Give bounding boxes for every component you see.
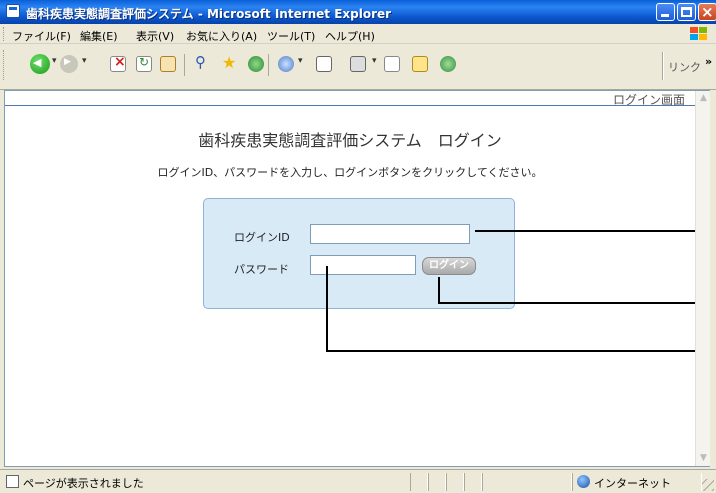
resize-grip[interactable] [702, 479, 714, 491]
links-separator [662, 52, 664, 80]
refresh-icon[interactable] [136, 55, 152, 72]
internet-zone-icon [577, 475, 590, 488]
login-button[interactable]: ログイン [422, 257, 476, 275]
toolbar: リンク » [0, 44, 716, 90]
instructions-text: ログインID、パスワードを入力し、ログインボタンをクリックしてください。 [157, 166, 543, 179]
menu-tools[interactable]: ツール(T) [267, 28, 315, 44]
print-icon[interactable] [350, 56, 366, 72]
edit-icon[interactable] [384, 56, 400, 72]
header-divider [5, 105, 695, 106]
browser-viewport: ログイン画面 歯科疾患実態調査評価システム ログイン ログインID、パスワードを… [4, 90, 710, 467]
windows-logo-icon [690, 27, 707, 40]
toolbar-grip[interactable] [3, 50, 6, 80]
login-id-label: ログインID [234, 231, 290, 244]
history-icon[interactable] [278, 56, 294, 72]
history-dropdown-icon[interactable] [298, 56, 304, 67]
messenger-icon[interactable] [440, 56, 456, 72]
search-icon[interactable] [194, 53, 210, 72]
back-dropdown-icon[interactable] [52, 56, 58, 67]
menu-favorites[interactable]: お気に入り(A) [186, 28, 257, 44]
minimize-icon [661, 14, 669, 17]
scroll-up-icon[interactable]: ▲ [697, 92, 710, 105]
login-panel: ログインID パスワード ログイン [203, 198, 515, 309]
favorites-star-icon[interactable] [222, 53, 238, 72]
home-icon[interactable] [160, 56, 176, 72]
forward-dropdown-icon[interactable] [82, 56, 88, 67]
window-title: 歯科疾患実態調査評価システム - Microsoft Internet Expl… [26, 7, 392, 21]
page-title: 歯科疾患実態調査評価システム ログイン [198, 131, 502, 150]
status-cell [482, 473, 572, 491]
links-more-chevron[interactable]: » [705, 55, 712, 68]
login-id-input[interactable] [310, 224, 470, 244]
back-icon[interactable] [30, 54, 50, 74]
status-cell [464, 473, 482, 491]
menu-edit[interactable]: 編集(E) [80, 28, 118, 44]
links-label[interactable]: リンク [668, 59, 701, 75]
status-bar: ページが表示されました インターネット [0, 469, 716, 493]
forward-icon[interactable] [60, 55, 78, 73]
close-button[interactable]: × [698, 3, 716, 21]
mail-icon[interactable] [316, 56, 332, 72]
password-label: パスワード [234, 263, 289, 276]
status-cell [428, 473, 446, 491]
title-bar: 歯科疾患実態調査評価システム - Microsoft Internet Expl… [0, 0, 716, 24]
print-dropdown-icon[interactable] [372, 56, 378, 67]
status-cell [446, 473, 464, 491]
ie-app-icon[interactable] [6, 4, 20, 18]
page-done-icon [6, 475, 19, 488]
toolbar-separator [184, 54, 185, 76]
media-icon[interactable] [248, 56, 264, 72]
menu-help[interactable]: ヘルプ(H) [325, 28, 375, 44]
toolbar-separator [268, 54, 269, 76]
security-zone-text: インターネット [594, 477, 671, 490]
maximize-icon [681, 7, 692, 17]
status-text: ページが表示されました [23, 477, 144, 490]
stop-icon[interactable] [110, 54, 126, 72]
discuss-icon[interactable] [412, 56, 428, 72]
menu-file[interactable]: ファイル(F) [12, 28, 71, 44]
menu-grip[interactable] [3, 27, 6, 41]
minimize-button[interactable] [656, 3, 675, 21]
maximize-button[interactable] [677, 3, 696, 21]
status-cell [410, 473, 428, 491]
scroll-down-icon[interactable]: ▼ [697, 452, 710, 465]
password-input[interactable] [310, 255, 416, 275]
close-icon: × [701, 3, 714, 21]
menu-bar: ファイル(F) 編集(E) 表示(V) お気に入り(A) ツール(T) ヘルプ(… [0, 24, 716, 44]
vertical-scrollbar[interactable]: ▲ ▼ [695, 91, 710, 466]
menu-view[interactable]: 表示(V) [136, 28, 174, 44]
